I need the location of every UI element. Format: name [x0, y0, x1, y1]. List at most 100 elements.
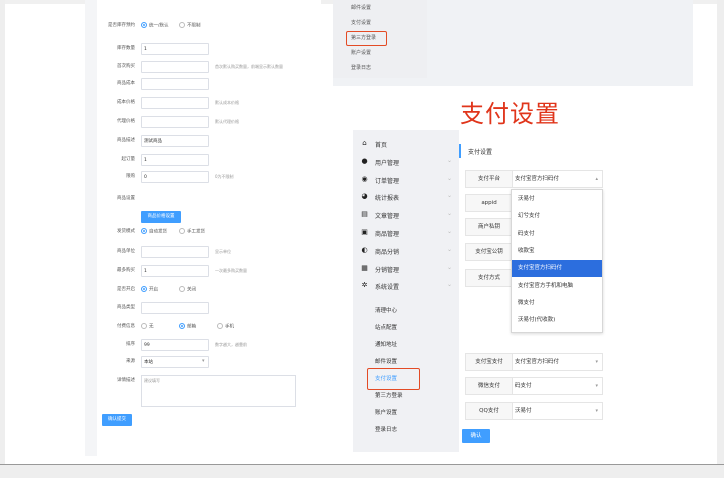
payment-field-label: 支付平台	[466, 171, 513, 187]
payment-field-label: 商户私钥	[466, 219, 513, 235]
sidebar-item-label: 订单管理	[375, 177, 400, 185]
form-input[interactable]	[141, 78, 209, 90]
form-input[interactable]: 1	[141, 154, 209, 166]
form-input[interactable]: 99	[141, 339, 209, 351]
dropdown-option[interactable]: 沃易付	[512, 191, 602, 208]
form-row-label: 代理价格	[117, 119, 135, 124]
dropdown-option[interactable]: 幻兮支付	[512, 208, 602, 225]
sidebar-item[interactable]: ◐ 商品分销 ⌄	[353, 243, 459, 260]
form-input[interactable]	[141, 97, 209, 109]
form-row: 代理价格 默认代理价格	[97, 116, 321, 130]
sidebar-item[interactable]: ⌂ 首页	[353, 136, 459, 153]
payment-platform-select[interactable]: 支付宝官方扫码付	[515, 171, 559, 187]
form-radio-option[interactable]: 手机	[217, 323, 234, 330]
chart-icon: ◕	[361, 192, 368, 201]
form-row-label: 排序	[126, 342, 135, 347]
form-row: 商品类型	[97, 302, 321, 316]
form-input[interactable]: 0	[141, 171, 209, 183]
form-radio-option[interactable]: 自动发货	[141, 228, 167, 235]
dropdown-option[interactable]: 收款宝	[512, 243, 602, 260]
dropdown-option[interactable]: 微支付	[512, 295, 602, 312]
submenu-item[interactable]: 账户设置	[351, 49, 371, 56]
form-radio-option[interactable]: 开启	[141, 286, 158, 293]
sidebar-subitem[interactable]: 站点配置	[375, 323, 397, 331]
form-row-hint: 0为不限制	[215, 174, 234, 179]
payment-field-label: appid	[466, 195, 513, 211]
form-input[interactable]	[141, 116, 209, 128]
sidebar-item[interactable]: ◉ 订单管理 ⌄	[353, 172, 459, 189]
form-row: 最多购买 1 一次最多购买数量	[97, 265, 321, 279]
sidebar-item-label: 文章管理	[375, 213, 400, 221]
sidebar-item[interactable]: ▤ 文章管理 ⌄	[353, 207, 459, 224]
payment-channel-select[interactable]: 支付宝官方扫码付	[515, 354, 559, 370]
dropdown-option[interactable]: 支付宝官方扫码付	[512, 260, 602, 278]
submenu-item[interactable]: 登录日志	[351, 64, 371, 71]
form-row-label: 发货模式	[117, 229, 135, 234]
form-radio-option[interactable]: 邮箱	[179, 323, 196, 330]
form-row: 首次购买 首次默认购买数量，前端显示默认数量	[97, 61, 321, 75]
form-radio-option[interactable]: 手工发货	[179, 228, 205, 235]
dropdown-option[interactable]: 码支付	[512, 226, 602, 243]
sidebar-item-label: 商品管理	[375, 231, 400, 238]
form-row-label: 商品描述	[117, 138, 135, 143]
form-row-label: 库存数量	[117, 46, 135, 51]
gear-icon: ✲	[361, 281, 368, 290]
chevron-down-icon: ▾	[595, 383, 598, 389]
form-row-hint: 数字越大，越靠前	[215, 342, 247, 347]
sidebar-subitem[interactable]: 邮件设置	[375, 357, 397, 365]
form-select[interactable]: 本站	[141, 356, 209, 368]
form-radio-option[interactable]: 统一/默认	[141, 22, 169, 29]
form-input[interactable]	[141, 61, 209, 73]
chevron-down-icon: ▾	[202, 358, 205, 364]
form-radio-option[interactable]: 无	[141, 323, 154, 330]
form-row-label: 起订量	[121, 157, 136, 162]
form-input[interactable]	[141, 302, 209, 314]
submit-button[interactable]: 确认提交	[102, 414, 132, 426]
payment-channel-label: 微信支付	[466, 378, 513, 394]
form-row-label: 是否开启	[117, 287, 135, 292]
dropdown-option[interactable]: 支付宝官方手机和电脑	[512, 278, 602, 295]
chevron-down-icon: ⌄	[447, 263, 453, 271]
form-input[interactable]: 1	[141, 265, 209, 277]
sidebar-item[interactable]: ▦ 分销管理 ⌄	[353, 261, 459, 278]
form-input[interactable]	[141, 246, 209, 258]
payment-field-label: 支付宝公钥	[466, 244, 513, 260]
payment-platform-dropdown[interactable]: 沃易付 幻兮支付 码支付 收款宝 支付宝官方扫码付 支付宝官方手机和电脑 微支付 沃易付(代收…	[511, 189, 603, 333]
form-row-label: 商品单位	[117, 249, 135, 254]
window-left-border	[0, 0, 5, 477]
sidebar-subitem[interactable]: 清理中心	[375, 306, 397, 314]
form-input[interactable]: 测试商品	[141, 135, 209, 147]
sidebar-item-label: 系统设置	[375, 284, 400, 292]
submenu-item[interactable]: 支付设置	[351, 19, 371, 26]
confirm-button[interactable]: 确认	[462, 429, 490, 443]
sidebar-subitem[interactable]: 通知地址	[375, 340, 397, 348]
form-input[interactable]: 1	[141, 43, 209, 55]
payment-channel-select[interactable]: 码支付	[515, 378, 532, 394]
form-row-label: 商品类型	[117, 305, 135, 310]
sidebar-item[interactable]: ▣ 商品管理 ⌄	[353, 225, 459, 242]
submenu-item[interactable]: 邮件设置	[351, 4, 371, 11]
detail-textarea[interactable]: 建议填写	[141, 375, 296, 407]
payment-channel-select[interactable]: 沃易付	[515, 403, 532, 419]
radio-dot-icon	[179, 22, 185, 28]
sidebar-subitem[interactable]: 账户设置	[375, 408, 397, 416]
radio-dot-icon	[179, 323, 185, 329]
section-title: 支付设置	[460, 100, 560, 128]
form-row: 库存数量 1	[97, 43, 321, 57]
form-row: 商品描述 测试商品	[97, 135, 321, 149]
payment-field-label: 支付方式	[466, 270, 513, 286]
sidebar-item[interactable]: ● 用户管理 ⌄	[353, 154, 459, 171]
form-row: 发货模式 自动发货 手工发货	[97, 226, 321, 240]
price-settings-button[interactable]: 商品价格设置	[141, 211, 181, 223]
form-row-label: 商品设置	[117, 196, 135, 201]
sidebar-subitem[interactable]: 第三方登录	[375, 391, 403, 399]
form-radio-option[interactable]: 不限制	[179, 22, 201, 29]
sidebar-item[interactable]: ◕ 统计报表 ⌄	[353, 189, 459, 206]
sidebar-subitem[interactable]: 登录日志	[375, 425, 397, 433]
dropdown-option[interactable]: 沃易付(代收款)	[512, 312, 602, 329]
sidebar-item[interactable]: ✲ 系统设置 ⌄	[353, 278, 459, 295]
form-row: 来源 本站 ▾	[97, 356, 321, 370]
form-radio-option[interactable]: 关闭	[179, 286, 196, 293]
chevron-down-icon: ⌄	[447, 192, 453, 200]
radio-option-label: 手工发货	[187, 229, 205, 235]
